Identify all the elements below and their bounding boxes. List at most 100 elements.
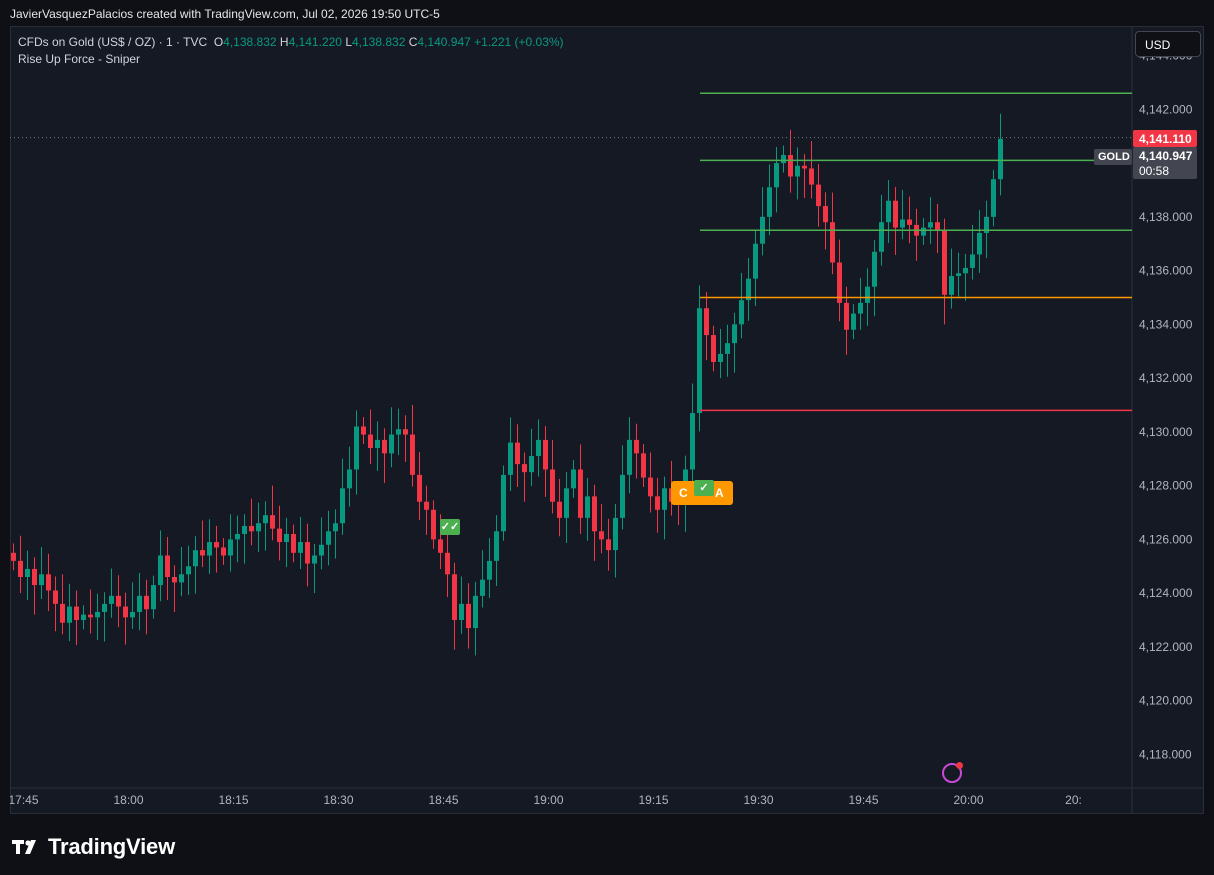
candle-body <box>340 488 345 524</box>
candle-body <box>256 523 261 532</box>
candle-body <box>697 308 702 414</box>
y-tick-label: 4,124.000 <box>1139 586 1193 600</box>
footer-logo: TradingView <box>12 832 175 862</box>
y-tick-label: 4,118.000 <box>1139 747 1192 761</box>
candle-body <box>921 227 926 236</box>
candle-body <box>543 439 548 470</box>
candle-body <box>620 474 625 518</box>
x-tick-label: 18:45 <box>428 793 458 807</box>
alert-bolt-icon[interactable] <box>942 762 963 783</box>
candle-body <box>893 200 898 228</box>
candle-body <box>809 168 814 185</box>
candle-body <box>214 542 219 548</box>
candle-body <box>284 534 289 543</box>
candle-body <box>816 184 821 207</box>
candle-body <box>522 464 527 473</box>
candle-body <box>109 595 114 604</box>
x-tick-label: 20: <box>1065 793 1082 807</box>
candle-body <box>200 550 205 556</box>
candle-body <box>361 426 366 435</box>
y-tick-label: 4,128.000 <box>1139 479 1193 493</box>
high-label: H <box>279 35 289 49</box>
symbol-name[interactable]: CFDs on Gold (US$ / OZ) · 1 · TVC <box>18 35 207 49</box>
y-tick-label: 4,136.000 <box>1139 264 1193 278</box>
x-tick-label: 20:00 <box>953 793 983 807</box>
signal-letter-right: A <box>715 486 724 500</box>
candle-body <box>151 585 156 610</box>
candle-body <box>900 219 905 228</box>
candle-body <box>907 219 912 225</box>
candle-body <box>25 568 30 578</box>
candle-body <box>529 456 534 473</box>
symbol-legend[interactable]: CFDs on Gold (US$ / OZ) · 1 · TVC O4,138… <box>18 35 564 49</box>
candle-body <box>781 155 786 164</box>
candle-body <box>193 550 198 567</box>
candle-body <box>480 579 485 596</box>
y-tick-label: 4,122.000 <box>1139 640 1193 654</box>
candle-body <box>858 302 863 314</box>
candle-body <box>396 429 401 435</box>
candle-body <box>67 606 72 623</box>
y-tick-label: 4,142.000 <box>1139 102 1193 116</box>
candle-body <box>179 574 184 583</box>
check-signal-2[interactable]: ✓ <box>694 480 714 496</box>
candlestick-chart[interactable]: 4,144.0004,142.0004,140.0004,138.0004,13… <box>10 26 1204 814</box>
candle-body <box>886 200 891 223</box>
candle-body <box>326 531 331 545</box>
candle-body <box>963 267 968 274</box>
bar-countdown: 00:58 <box>1139 164 1170 178</box>
candle-body <box>872 251 877 287</box>
change-value: +1.221 (+0.03%) <box>474 35 564 49</box>
x-tick-label: 18:30 <box>323 793 353 807</box>
candle-body <box>333 523 338 532</box>
currency-selector[interactable]: USD <box>1135 31 1201 57</box>
candle-body <box>823 206 828 223</box>
candle-body <box>95 611 100 618</box>
candle-body <box>690 413 695 470</box>
candle-body <box>410 434 415 475</box>
candle-body <box>865 286 870 303</box>
candle-body <box>347 469 352 489</box>
candle-body <box>403 429 408 435</box>
candle-body <box>998 138 1003 180</box>
candle-body <box>613 517 618 551</box>
top-bar: JavierVasquezPalacios created with Tradi… <box>0 0 1214 26</box>
candle-body <box>242 525 247 534</box>
candle-body <box>627 439 632 475</box>
y-tick-label: 4,120.000 <box>1139 694 1193 708</box>
indicator-legend[interactable]: Rise Up Force - Sniper <box>18 52 140 66</box>
candle-body <box>158 555 163 586</box>
candle-body <box>606 539 611 551</box>
candle-body <box>277 528 282 543</box>
last-price-tag: 4,141.110 <box>1133 130 1197 147</box>
candle-body <box>46 574 51 591</box>
candle-body <box>221 547 226 556</box>
candle-body <box>207 542 212 556</box>
close-value: 4,140.947 <box>417 35 471 49</box>
candle-body <box>235 534 240 540</box>
candle-body <box>487 560 492 580</box>
candle-body <box>74 606 79 621</box>
current-price-tag: 4,140.947 00:58 <box>1133 147 1197 179</box>
candle-body <box>830 222 835 263</box>
candle-body <box>879 222 884 252</box>
candle-body <box>977 232 982 255</box>
candle-body <box>291 534 296 553</box>
candle-body <box>466 603 471 629</box>
current-price: 4,140.947 <box>1139 149 1193 163</box>
y-tick-label: 4,126.000 <box>1139 532 1193 546</box>
candle-body <box>305 542 310 564</box>
x-tick-label: 19:45 <box>848 793 878 807</box>
candle-body <box>753 243 758 279</box>
candle-body <box>634 439 639 454</box>
candle-body <box>592 496 597 532</box>
candle-body <box>39 574 44 586</box>
candle-body <box>704 308 709 336</box>
low-label: L <box>345 35 352 49</box>
candle-body <box>935 222 940 231</box>
candle-body <box>774 163 779 188</box>
check-signal-1[interactable]: ✓✓ <box>440 519 460 535</box>
candle-body <box>389 434 394 454</box>
candle-body <box>585 496 590 518</box>
candle-body <box>564 488 569 518</box>
